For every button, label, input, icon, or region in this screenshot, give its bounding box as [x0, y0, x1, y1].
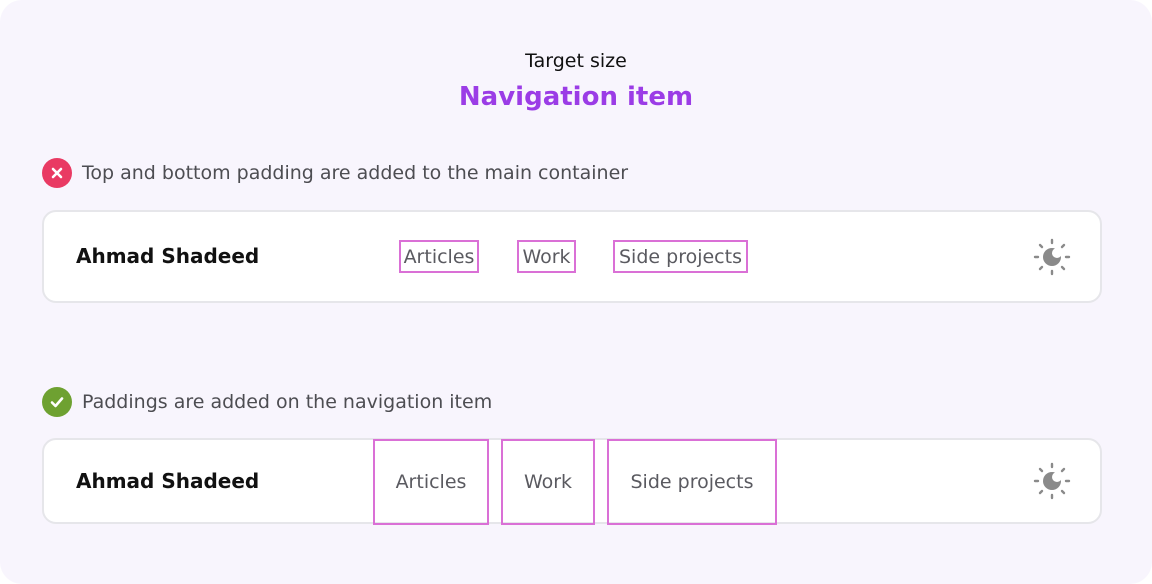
nav-item-side-projects[interactable]: Side projects [607, 439, 777, 525]
theme-toggle-icon[interactable] [1032, 237, 1072, 277]
navbar-example-correct: Ahmad Shadeed Articles Work Side project… [42, 438, 1102, 525]
diagram-subtitle: Target size [525, 50, 627, 72]
nav-item-side-projects[interactable]: Side projects [613, 240, 748, 273]
nav-item-articles[interactable]: Articles [399, 240, 479, 273]
diagram-title: Navigation item [458, 82, 694, 112]
nav-item-articles[interactable]: Articles [373, 439, 489, 525]
theme-toggle-icon[interactable] [1032, 461, 1072, 501]
brand-name[interactable]: Ahmad Shadeed [76, 244, 259, 268]
navbar-example-incorrect: Ahmad Shadeed Articles Work Side project… [42, 210, 1102, 303]
nav-item-work[interactable]: Work [517, 240, 576, 273]
correct-caption: Paddings are added on the navigation ite… [42, 387, 492, 417]
diagram-canvas: Target size Navigation item Top and bott… [0, 0, 1152, 584]
brand-name[interactable]: Ahmad Shadeed [76, 469, 259, 493]
caption-text: Top and bottom padding are added to the … [82, 162, 629, 184]
check-icon [42, 387, 72, 417]
x-icon [42, 158, 72, 188]
caption-text: Paddings are added on the navigation ite… [82, 391, 493, 413]
incorrect-caption: Top and bottom padding are added to the … [42, 158, 628, 188]
nav-item-work[interactable]: Work [501, 439, 595, 525]
